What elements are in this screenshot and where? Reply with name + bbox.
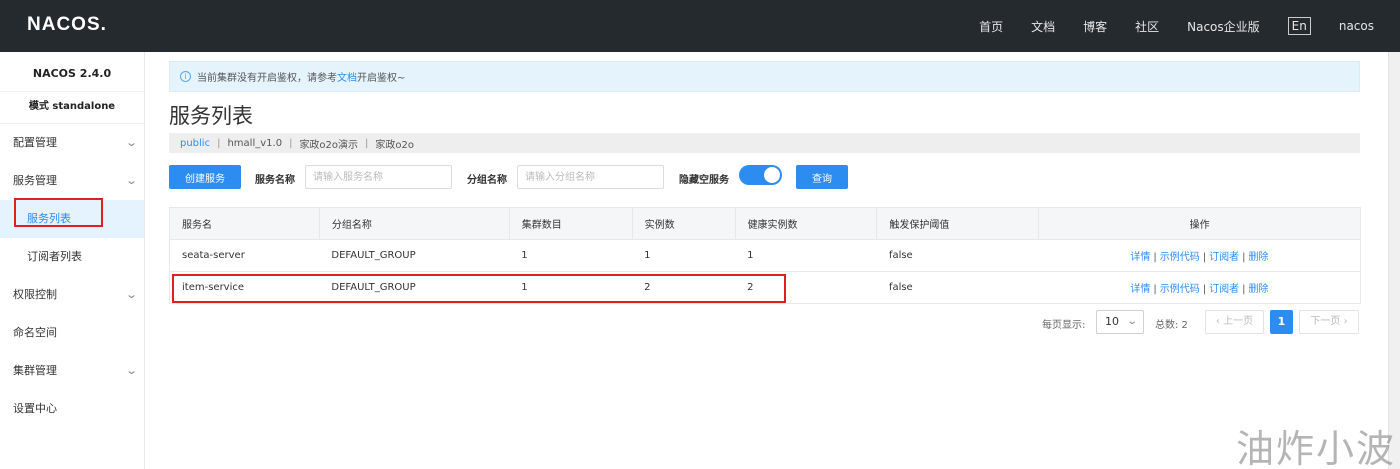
scrollbar-track[interactable]	[1388, 52, 1400, 469]
cell-operations: 详情 | 示例代码 | 订阅者 | 删除	[1038, 239, 1361, 272]
chevron-right-icon: ›	[1340, 316, 1348, 327]
sidebar-item-label: 权限控制	[13, 288, 57, 301]
docs-link[interactable]: 文档	[337, 69, 357, 84]
sidebar-item-label: 设置中心	[13, 402, 57, 415]
sidebar-item-label: 集群管理	[13, 364, 57, 377]
next-page-button[interactable]: 下一页 ›	[1299, 310, 1359, 334]
page-size-label: 每页显示:	[1042, 320, 1086, 331]
auth-notice: i 当前集群没有开启鉴权，请参考 文档 开启鉴权~	[169, 61, 1360, 92]
chevron-down-icon: ⌄	[124, 364, 138, 377]
query-button[interactable]: 查询	[796, 165, 848, 189]
nav-blog[interactable]: 博客	[1083, 18, 1107, 35]
chevron-down-icon: ⌄	[124, 136, 138, 149]
toggle-knob	[764, 167, 780, 183]
table-row: seata-server DEFAULT_GROUP 1 1 1 false 详…	[169, 239, 1361, 272]
details-link[interactable]: 详情	[1130, 252, 1150, 263]
page-title: 服务列表	[169, 104, 253, 128]
sidebar-item-cluster[interactable]: 集群管理 ⌄	[0, 352, 144, 390]
next-label: 下一页	[1310, 316, 1341, 327]
cell-protect-threshold: false	[876, 271, 1039, 304]
column-header: 集群数目	[508, 207, 633, 240]
prev-label: 上一页	[1223, 316, 1254, 327]
mode-label: 模式 standalone	[0, 92, 144, 124]
nacos-logo[interactable]: NACOS.	[27, 14, 107, 36]
sidebar-item-settings[interactable]: 设置中心	[0, 390, 144, 428]
table-header-row: 服务名 分组名称 集群数目 实例数 健康实例数 触发保护阈值 操作	[169, 207, 1361, 240]
hide-empty-label: 隐藏空服务	[679, 175, 729, 186]
subscribers-link[interactable]: 订阅者	[1209, 252, 1239, 263]
chevron-down-icon: ⌄	[124, 174, 138, 187]
cell-instance-count: 1	[632, 239, 736, 272]
sidebar: NACOS 2.4.0 模式 standalone 配置管理 ⌄ 服务管理 ⌄ …	[0, 52, 145, 469]
user-menu[interactable]: nacos	[1339, 19, 1374, 33]
namespace-public[interactable]: public	[180, 138, 210, 149]
chevron-down-icon: ⌄	[1125, 316, 1138, 327]
group-name-label: 分组名称	[467, 175, 507, 186]
sidebar-item-label: 命名空间	[13, 326, 57, 339]
sidebar-item-subscribers[interactable]: 订阅者列表	[0, 238, 144, 276]
highlight-box	[172, 274, 786, 303]
namespace-o2o-demo[interactable]: 家政o2o演示	[299, 136, 358, 151]
namespace-separator: |	[217, 137, 221, 149]
nav-home[interactable]: 首页	[979, 18, 1003, 35]
sample-code-link[interactable]: 示例代码	[1160, 252, 1200, 263]
namespace-separator: |	[289, 137, 293, 149]
cell-healthy-count: 1	[735, 239, 877, 272]
sidebar-item-config[interactable]: 配置管理 ⌄	[0, 124, 144, 162]
delete-link[interactable]: 删除	[1248, 284, 1268, 295]
sidebar-item-service-management[interactable]: 服务管理 ⌄	[0, 162, 144, 200]
sidebar-item-namespace[interactable]: 命名空间	[0, 314, 144, 352]
cell-service-name: seata-server	[169, 239, 320, 272]
total-count: 总数: 2	[1155, 320, 1188, 331]
cell-operations: 详情 | 示例代码 | 订阅者 | 删除	[1038, 271, 1361, 304]
highlight-box	[14, 198, 103, 227]
column-header: 服务名	[169, 207, 320, 240]
chevron-down-icon: ⌄	[124, 288, 138, 301]
subscribers-link[interactable]: 订阅者	[1209, 284, 1239, 295]
language-toggle[interactable]: En	[1287, 17, 1311, 35]
namespace-hmall[interactable]: hmall_v1.0	[227, 138, 282, 149]
cell-group-name: DEFAULT_GROUP	[319, 239, 510, 272]
namespace-separator: |	[365, 137, 369, 149]
nav-docs[interactable]: 文档	[1031, 18, 1055, 35]
sidebar-item-label: 服务管理	[13, 174, 57, 187]
column-header: 触发保护阈值	[876, 207, 1040, 240]
column-header: 健康实例数	[734, 207, 878, 240]
details-link[interactable]: 详情	[1130, 284, 1150, 295]
notice-text-end: 开启鉴权~	[357, 73, 406, 84]
namespace-bar: public | hmall_v1.0 | 家政o2o演示 | 家政o2o	[169, 133, 1360, 153]
nav-enterprise[interactable]: Nacos企业版	[1187, 18, 1260, 35]
notice-text: 当前集群没有开启鉴权，请参考	[197, 73, 337, 84]
service-name-input[interactable]	[305, 165, 452, 189]
sample-code-link[interactable]: 示例代码	[1160, 284, 1200, 295]
watermark: 油炸小波	[1236, 427, 1397, 469]
sidebar-item-label: 配置管理	[13, 136, 57, 149]
cell-cluster-count: 1	[509, 239, 633, 272]
create-service-button[interactable]: 创建服务	[169, 165, 241, 189]
page-size-value: 10	[1105, 315, 1119, 328]
nav-community[interactable]: 社区	[1135, 18, 1159, 35]
group-name-input[interactable]	[517, 165, 664, 189]
top-nav: 首页 文档 博客 社区 Nacos企业版 En nacos	[951, 0, 1374, 52]
info-icon: i	[180, 71, 191, 82]
page-number-current[interactable]: 1	[1270, 310, 1293, 334]
top-bar: NACOS. 首页 文档 博客 社区 Nacos企业版 En nacos	[0, 0, 1400, 52]
namespace-o2o[interactable]: 家政o2o	[375, 136, 414, 151]
column-header: 操作	[1038, 207, 1361, 240]
delete-link[interactable]: 删除	[1248, 252, 1268, 263]
page-size-select[interactable]: 10 ⌄	[1096, 310, 1144, 334]
column-header: 实例数	[631, 207, 736, 240]
prev-page-button[interactable]: ‹ 上一页	[1205, 310, 1264, 334]
version-label: NACOS 2.4.0	[0, 52, 144, 92]
column-header: 分组名称	[318, 207, 510, 240]
service-name-label: 服务名称	[255, 175, 295, 186]
cell-protect-threshold: false	[876, 239, 1039, 272]
sidebar-item-access-control[interactable]: 权限控制 ⌄	[0, 276, 144, 314]
hide-empty-toggle[interactable]	[739, 165, 782, 185]
